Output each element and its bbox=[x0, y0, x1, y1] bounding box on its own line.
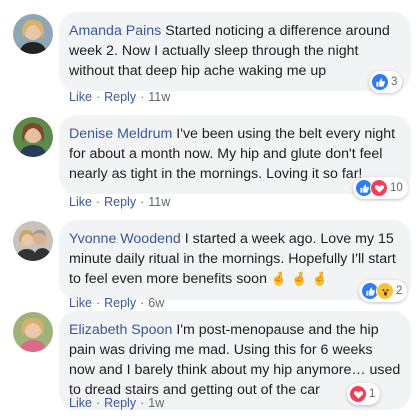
reaction-summary[interactable]: 1 bbox=[347, 383, 381, 405]
separator: · bbox=[140, 90, 145, 104]
comment-actions: Like · Reply · 6w bbox=[69, 296, 164, 310]
reaction-summary[interactable]: 3 bbox=[369, 71, 403, 93]
crossed-fingers-emoji: 🤞 🤞 🤞 bbox=[270, 272, 328, 287]
comment-author[interactable]: Elizabeth Spoon bbox=[69, 322, 172, 338]
reaction-count: 3 bbox=[391, 76, 398, 88]
love-reaction-icon bbox=[349, 385, 367, 403]
like-link[interactable]: Like bbox=[69, 90, 92, 104]
separator: · bbox=[140, 296, 145, 310]
comment-author[interactable]: Denise Meldrum bbox=[69, 126, 172, 142]
love-reaction-icon bbox=[370, 179, 388, 197]
reaction-summary[interactable]: 10 bbox=[353, 177, 408, 199]
avatar[interactable] bbox=[13, 117, 53, 157]
avatar[interactable] bbox=[13, 221, 53, 261]
reply-link[interactable]: Reply bbox=[104, 195, 136, 209]
comment-actions: Like · Reply · 11w bbox=[69, 195, 170, 209]
timestamp[interactable]: 11w bbox=[148, 195, 170, 209]
separator: · bbox=[140, 195, 145, 209]
reply-link[interactable]: Reply bbox=[104, 396, 136, 410]
comment-author[interactable]: Yvonne Woodend bbox=[69, 231, 181, 247]
separator: · bbox=[95, 90, 101, 104]
like-link[interactable]: Like bbox=[69, 296, 92, 310]
avatar[interactable] bbox=[13, 14, 53, 54]
comment-bubble: Amanda Pains Started noticing a differenc… bbox=[59, 12, 411, 91]
comment-author[interactable]: Amanda Pains bbox=[69, 23, 161, 39]
avatar[interactable] bbox=[13, 312, 53, 352]
separator: · bbox=[95, 296, 101, 310]
like-link[interactable]: Like bbox=[69, 396, 92, 410]
reaction-count: 10 bbox=[390, 182, 403, 194]
comment-actions: Like · Reply · 11w bbox=[69, 90, 170, 104]
reaction-summary[interactable]: 2 bbox=[359, 280, 408, 302]
separator: · bbox=[95, 396, 101, 410]
timestamp[interactable]: 11w bbox=[148, 90, 170, 104]
reply-link[interactable]: Reply bbox=[104, 90, 136, 104]
timestamp[interactable]: 1w bbox=[148, 396, 164, 410]
like-link[interactable]: Like bbox=[69, 195, 92, 209]
reply-link[interactable]: Reply bbox=[104, 296, 136, 310]
separator: · bbox=[95, 195, 101, 209]
like-reaction-icon bbox=[371, 73, 389, 91]
separator: · bbox=[140, 396, 145, 410]
reaction-count: 2 bbox=[396, 285, 403, 297]
comment-actions: Like · Reply · 1w bbox=[69, 396, 164, 410]
reaction-count: 1 bbox=[369, 388, 376, 400]
wow-reaction-icon bbox=[376, 282, 394, 300]
timestamp[interactable]: 6w bbox=[148, 296, 164, 310]
